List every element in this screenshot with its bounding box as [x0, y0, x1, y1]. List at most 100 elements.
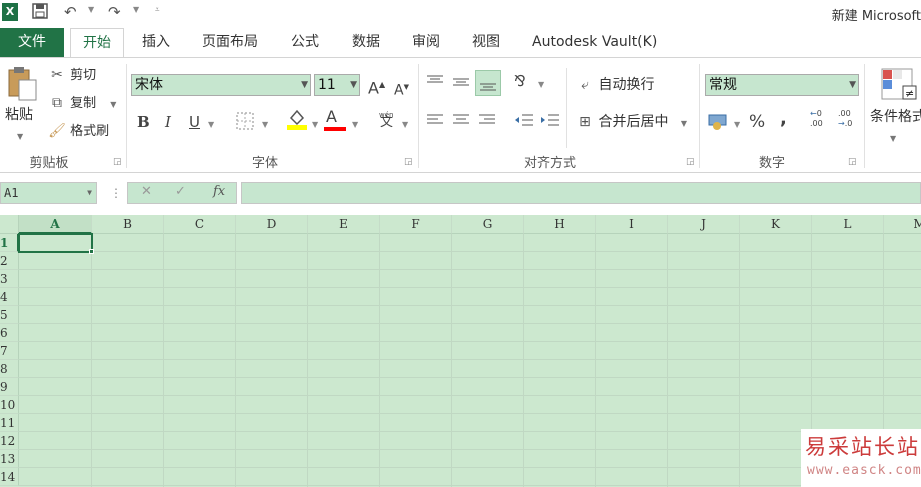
fill-color-icon[interactable]: [286, 108, 308, 134]
font-color-dropdown-icon[interactable]: ▼: [352, 120, 358, 129]
font-color-icon[interactable]: A: [324, 108, 346, 131]
formula-bar-grip-icon[interactable]: ⋮: [110, 186, 122, 200]
copy-button[interactable]: ⧉ 复制 ▼: [48, 94, 116, 114]
border-icon[interactable]: [236, 112, 254, 134]
row-header-11[interactable]: 11: [0, 414, 19, 432]
paste-dropdown-icon[interactable]: ▼: [17, 128, 23, 146]
italic-button[interactable]: I: [165, 113, 171, 131]
row-header-1[interactable]: 1: [0, 234, 19, 252]
currency-dropdown-icon[interactable]: ▼: [734, 120, 740, 129]
tab-file[interactable]: 文件: [0, 28, 64, 57]
tab-review[interactable]: 审阅: [412, 28, 440, 57]
tab-insert[interactable]: 插入: [142, 28, 170, 57]
decrease-font-icon[interactable]: A▼: [394, 78, 409, 100]
conditional-dropdown-icon[interactable]: ▼: [890, 130, 896, 148]
clipboard-launcher-icon[interactable]: ◲: [113, 157, 122, 167]
chevron-down-icon[interactable]: ▼: [301, 75, 308, 95]
underline-dropdown-icon[interactable]: ▼: [208, 120, 214, 129]
conditional-format-button[interactable]: ≠ 条件格式 ▼: [868, 68, 921, 148]
increase-decimal-button[interactable]: ←0.00: [810, 109, 823, 129]
column-header-b[interactable]: B: [92, 215, 164, 234]
column-header-j[interactable]: J: [668, 215, 740, 234]
fill-handle[interactable]: [89, 249, 94, 254]
align-center-icon[interactable]: [452, 113, 470, 131]
row-header-9[interactable]: 9: [0, 378, 19, 396]
tab-formulas[interactable]: 公式: [291, 28, 319, 57]
name-box[interactable]: A1 ▼: [0, 182, 97, 204]
column-header-m[interactable]: M: [884, 215, 921, 234]
font-name-combo[interactable]: 宋体 ▼: [131, 74, 311, 96]
row-header-10[interactable]: 10: [0, 396, 19, 414]
chevron-down-icon[interactable]: ▼: [87, 183, 92, 203]
column-header-a[interactable]: A: [19, 215, 92, 234]
select-all-corner[interactable]: [0, 215, 19, 234]
row-header-6[interactable]: 6: [0, 324, 19, 342]
increase-indent-icon[interactable]: [540, 113, 560, 131]
decrease-decimal-button[interactable]: .00 →.0: [838, 109, 852, 129]
customize-icon[interactable]: ⩡: [155, 5, 160, 15]
column-header-h[interactable]: H: [524, 215, 596, 234]
chevron-down-icon[interactable]: ▼: [849, 75, 856, 95]
row-header-2[interactable]: 2: [0, 252, 19, 270]
font-launcher-icon[interactable]: ◲: [404, 157, 413, 167]
enter-icon[interactable]: ✓: [175, 184, 186, 199]
column-header-g[interactable]: G: [452, 215, 524, 234]
border-dropdown-icon[interactable]: ▼: [262, 120, 268, 129]
copy-dropdown-icon[interactable]: ▼: [110, 100, 116, 109]
row-header-3[interactable]: 3: [0, 270, 19, 288]
paste-button[interactable]: 粘贴 ▼: [4, 66, 40, 146]
orientation-dropdown-icon[interactable]: ▼: [538, 80, 544, 89]
column-header-e[interactable]: E: [308, 215, 380, 234]
tab-home[interactable]: 开始: [70, 28, 124, 57]
number-format-combo[interactable]: 常规 ▼: [705, 74, 859, 96]
tab-autodesk-vault[interactable]: Autodesk Vault(K): [532, 28, 657, 57]
row-header-5[interactable]: 5: [0, 306, 19, 324]
number-launcher-icon[interactable]: ◲: [848, 157, 857, 167]
align-right-icon[interactable]: [478, 113, 496, 131]
column-header-d[interactable]: D: [236, 215, 308, 234]
bold-button[interactable]: B: [137, 113, 150, 131]
cut-button[interactable]: ✂ 剪切: [48, 66, 96, 85]
column-header-k[interactable]: K: [740, 215, 812, 234]
chevron-down-icon[interactable]: ▼: [350, 75, 357, 95]
save-icon[interactable]: [32, 3, 48, 23]
fill-dropdown-icon[interactable]: ▼: [312, 120, 318, 129]
percent-button[interactable]: %: [749, 113, 765, 131]
tab-page-layout[interactable]: 页面布局: [202, 28, 258, 57]
font-size-combo[interactable]: 11 ▼: [314, 74, 360, 96]
row-header-4[interactable]: 4: [0, 288, 19, 306]
comma-button[interactable]: ,: [780, 110, 787, 128]
underline-button[interactable]: U: [189, 113, 200, 131]
formula-input[interactable]: [241, 182, 921, 204]
active-cell-a1[interactable]: [18, 233, 93, 253]
column-header-l[interactable]: L: [812, 215, 884, 234]
insert-function-icon[interactable]: fx: [213, 184, 225, 199]
column-header-f[interactable]: F: [380, 215, 452, 234]
row-header-7[interactable]: 7: [0, 342, 19, 360]
format-painter-button[interactable]: 🖌 格式刷: [48, 122, 109, 141]
redo-icon[interactable]: ↷: [108, 3, 121, 21]
row-header-13[interactable]: 13: [0, 450, 19, 468]
merge-center-button[interactable]: ⊞ 合并后居中 ▼: [576, 113, 687, 133]
tab-view[interactable]: 视图: [472, 28, 500, 57]
align-left-icon[interactable]: [426, 113, 444, 131]
column-header-i[interactable]: I: [596, 215, 668, 234]
cancel-icon[interactable]: ✕: [141, 184, 152, 199]
row-header-12[interactable]: 12: [0, 432, 19, 450]
redo-dropdown-icon[interactable]: ▼: [133, 5, 139, 14]
row-header-14[interactable]: 14: [0, 468, 19, 486]
align-middle-icon[interactable]: [452, 74, 470, 94]
alignment-launcher-icon[interactable]: ◲: [686, 157, 695, 167]
tab-data[interactable]: 数据: [352, 28, 380, 57]
wrap-text-button[interactable]: ⤶ 自动换行: [576, 76, 654, 94]
undo-icon[interactable]: ↶: [64, 3, 77, 21]
merge-dropdown-icon[interactable]: ▼: [681, 119, 687, 128]
currency-icon[interactable]: [708, 113, 730, 135]
increase-font-icon[interactable]: A▲: [368, 76, 385, 97]
column-header-c[interactable]: C: [164, 215, 236, 234]
align-bottom-icon[interactable]: [475, 70, 501, 96]
spreadsheet-grid[interactable]: A B C D E F G H I J K L M 1 2 3 4 5 6 7 8 9 10 11 12 13 14: [0, 215, 921, 487]
orientation-icon[interactable]: ⅋: [514, 72, 526, 90]
decrease-indent-icon[interactable]: [514, 113, 534, 131]
row-header-8[interactable]: 8: [0, 360, 19, 378]
